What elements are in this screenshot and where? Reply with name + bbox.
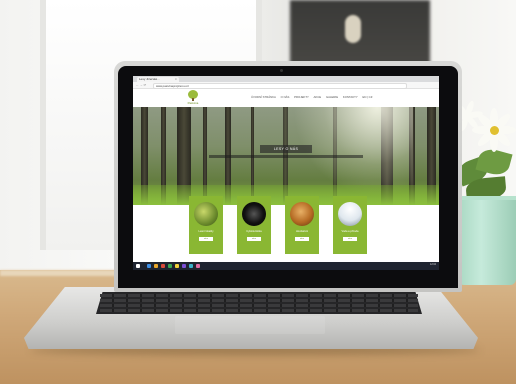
card-label: Lesní lokality: [198, 230, 214, 233]
webcam: [280, 69, 283, 72]
browser-tab-title: Lesy Jizerské...: [139, 77, 160, 81]
taskbar-app-icon[interactable]: [189, 264, 193, 268]
key-row: [100, 299, 418, 302]
site-logo[interactable]: Pastvina: [179, 90, 205, 105]
taskbar-app-icon[interactable]: [161, 264, 165, 268]
laptop-display: Lesy Jizerské... × ← → ⟳ www.pastvinapro…: [133, 76, 439, 270]
taskbar-app-icon[interactable]: [154, 264, 158, 268]
card-photo: [338, 202, 362, 226]
taskbar-app-icon[interactable]: [147, 264, 151, 268]
card-photo: [290, 202, 314, 226]
taskbar-app-icon[interactable]: [196, 264, 200, 268]
logo-text: Pastvina: [187, 101, 199, 105]
category-card[interactable]: Houbaření více: [285, 196, 319, 254]
category-card[interactable]: Cykloturistika více: [237, 196, 271, 254]
photo-scene: Lesy Jizerské... × ← → ⟳ www.pastvinapro…: [0, 0, 516, 384]
category-card[interactable]: Voda a příroda více: [333, 196, 367, 254]
taskbar-app-icon[interactable]: [182, 264, 186, 268]
hero-subtitle-bar: [209, 155, 363, 158]
key-row: [100, 304, 418, 307]
site-header: Pastvina ÚVODNÍ STRÁNKA O NÁS PROJEKTY A…: [133, 89, 439, 107]
category-card[interactable]: Lesní lokality více: [189, 196, 223, 254]
card-button[interactable]: více: [343, 237, 357, 241]
card-button[interactable]: více: [199, 237, 213, 241]
laptop-trackpad: [175, 316, 325, 334]
key-row: [100, 294, 418, 297]
card-button[interactable]: více: [295, 237, 309, 241]
card-photo: [242, 202, 266, 226]
card-label: Voda a příroda: [341, 230, 359, 233]
taskbar-app-icon[interactable]: [175, 264, 179, 268]
card-photo: [194, 202, 218, 226]
menu-item[interactable]: KONTAKTY: [343, 95, 358, 99]
main-menu: ÚVODNÍ STRÁNKA O NÁS PROJEKTY AKCE GALER…: [251, 95, 376, 99]
language-switch[interactable]: EN | CZ: [363, 95, 373, 99]
menu-item[interactable]: ÚVODNÍ STRÁNKA: [251, 95, 276, 99]
cards-section: Lesní lokality více Cykloturistika více …: [133, 196, 439, 262]
hero-banner: LESY O NÁS: [133, 107, 439, 205]
background-lamp: [345, 15, 361, 43]
navigation-icons[interactable]: ← → ⟳: [136, 83, 146, 87]
menu-item[interactable]: GALERIE: [326, 95, 338, 99]
card-label: Houbaření: [295, 230, 309, 233]
menu-item[interactable]: O NÁS: [281, 95, 290, 99]
hero-title: LESY O NÁS: [260, 145, 312, 153]
os-taskbar: 12:04: [133, 262, 439, 270]
taskbar-clock: 12:04: [430, 263, 436, 266]
taskbar-app-icon[interactable]: [168, 264, 172, 268]
flower-pot: [458, 200, 516, 285]
card-label: Cykloturistika: [246, 230, 262, 233]
key-row: [100, 309, 418, 312]
card-button[interactable]: více: [247, 237, 261, 241]
browser-toolbar: ← → ⟳ www.pastvinaprojizerou.cz: [133, 82, 439, 89]
start-icon[interactable]: [136, 264, 140, 268]
menu-item[interactable]: PROJEKTY: [294, 95, 309, 99]
menu-item[interactable]: AKCE: [314, 95, 322, 99]
